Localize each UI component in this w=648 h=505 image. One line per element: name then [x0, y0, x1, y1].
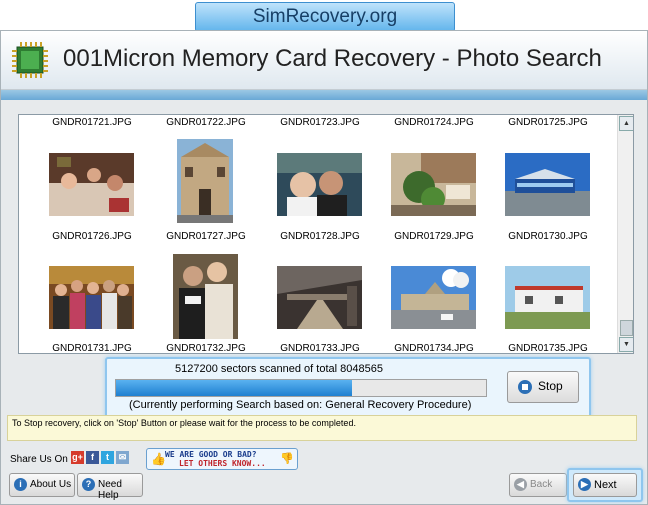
photo-caption: GNDR01735.JPG [508, 343, 588, 354]
procedure-status-text: (Currently performing Search based on: G… [129, 399, 472, 411]
info-message: To Stop recovery, click on 'Stop' Button… [7, 415, 637, 441]
site-banner: SimRecovery.org [195, 2, 455, 32]
progress-bar-fill [116, 380, 352, 396]
google-plus-icon[interactable]: g+ [71, 451, 84, 464]
photo-caption: GNDR01731.JPG [52, 343, 132, 354]
photo-caption: GNDR01734.JPG [394, 343, 474, 354]
info-icon: i [14, 478, 27, 491]
need-help-button[interactable]: ? Need Help [77, 473, 143, 501]
photo-caption: GNDR01730.JPG [508, 231, 588, 242]
header-divider [1, 90, 647, 100]
facebook-icon[interactable]: f [86, 451, 99, 464]
about-us-label: About Us [30, 479, 72, 490]
next-label: Next [594, 479, 617, 491]
photo-thumbnail[interactable] [277, 153, 362, 216]
stop-button-label: Stop [538, 379, 563, 393]
feedback-line-2: LET OTHERS KNOW... [179, 459, 266, 468]
photo-caption: GNDR01733.JPG [280, 343, 360, 354]
app-window: 001Micron Memory Card Recovery - Photo S… [0, 30, 648, 505]
photo-thumbnail[interactable] [49, 266, 134, 329]
gallery-scrollbar[interactable]: ▲ ▼ [617, 115, 633, 353]
photo-caption: GNDR01725.JPG [508, 117, 588, 128]
photo-gallery: GNDR01721.JPG GNDR01722.JPG GNDR01723.JP… [18, 114, 634, 354]
photo-thumbnail[interactable] [173, 254, 238, 339]
sectors-scanned-text: 5127200 sectors scanned of total 8048565 [175, 363, 383, 375]
thumbs-up-icon: 👍 [151, 452, 166, 466]
title-bar: 001Micron Memory Card Recovery - Photo S… [1, 31, 647, 90]
feedback-banner[interactable]: 👍 WE ARE GOOD OR BAD? LET OTHERS KNOW...… [146, 448, 298, 470]
photo-caption: GNDR01729.JPG [394, 231, 474, 242]
about-us-button[interactable]: i About Us [9, 473, 75, 497]
need-help-label: Need Help [98, 479, 122, 501]
share-icon[interactable]: ✉ [116, 451, 129, 464]
stop-icon [518, 380, 532, 394]
photo-caption: GNDR01723.JPG [280, 117, 360, 128]
next-button-frame: ▶ Next [567, 468, 643, 502]
photo-thumbnail[interactable] [49, 153, 134, 216]
twitter-icon[interactable]: t [101, 451, 114, 464]
share-label: Share Us On : [10, 454, 74, 465]
back-button[interactable]: ◀ Back [509, 473, 567, 497]
photo-thumbnail[interactable] [177, 139, 233, 223]
thumbs-down-icon: 👎 [280, 453, 294, 465]
photo-caption: GNDR01727.JPG [166, 231, 246, 242]
photo-thumbnail[interactable] [277, 266, 362, 329]
scroll-up-arrow-icon[interactable]: ▲ [619, 116, 633, 131]
progress-panel: 5127200 sectors scanned of total 8048565… [105, 357, 591, 419]
feedback-line-1: WE ARE GOOD OR BAD? [165, 450, 257, 459]
next-arrow-icon: ▶ [578, 478, 591, 491]
back-label: Back [530, 479, 553, 490]
window-title: 001Micron Memory Card Recovery - Photo S… [63, 45, 602, 72]
photo-thumbnail[interactable] [505, 266, 590, 329]
photo-thumbnail[interactable] [505, 153, 590, 216]
back-arrow-icon: ◀ [514, 478, 527, 491]
scrollbar-thumb[interactable] [620, 320, 633, 336]
photo-thumbnail[interactable] [391, 153, 476, 216]
photo-caption: GNDR01728.JPG [280, 231, 360, 242]
photo-caption: GNDR01721.JPG [52, 117, 132, 128]
photo-caption: GNDR01732.JPG [166, 343, 246, 354]
scroll-down-arrow-icon[interactable]: ▼ [619, 337, 633, 352]
memory-chip-icon [12, 42, 48, 78]
photo-caption: GNDR01726.JPG [52, 231, 132, 242]
stop-button[interactable]: Stop [507, 371, 579, 403]
progress-bar [115, 379, 487, 397]
next-button[interactable]: ▶ Next [573, 473, 637, 497]
photo-thumbnail[interactable] [391, 266, 476, 329]
help-icon: ? [82, 478, 95, 491]
photo-caption: GNDR01722.JPG [166, 117, 246, 128]
photo-caption: GNDR01724.JPG [394, 117, 474, 128]
